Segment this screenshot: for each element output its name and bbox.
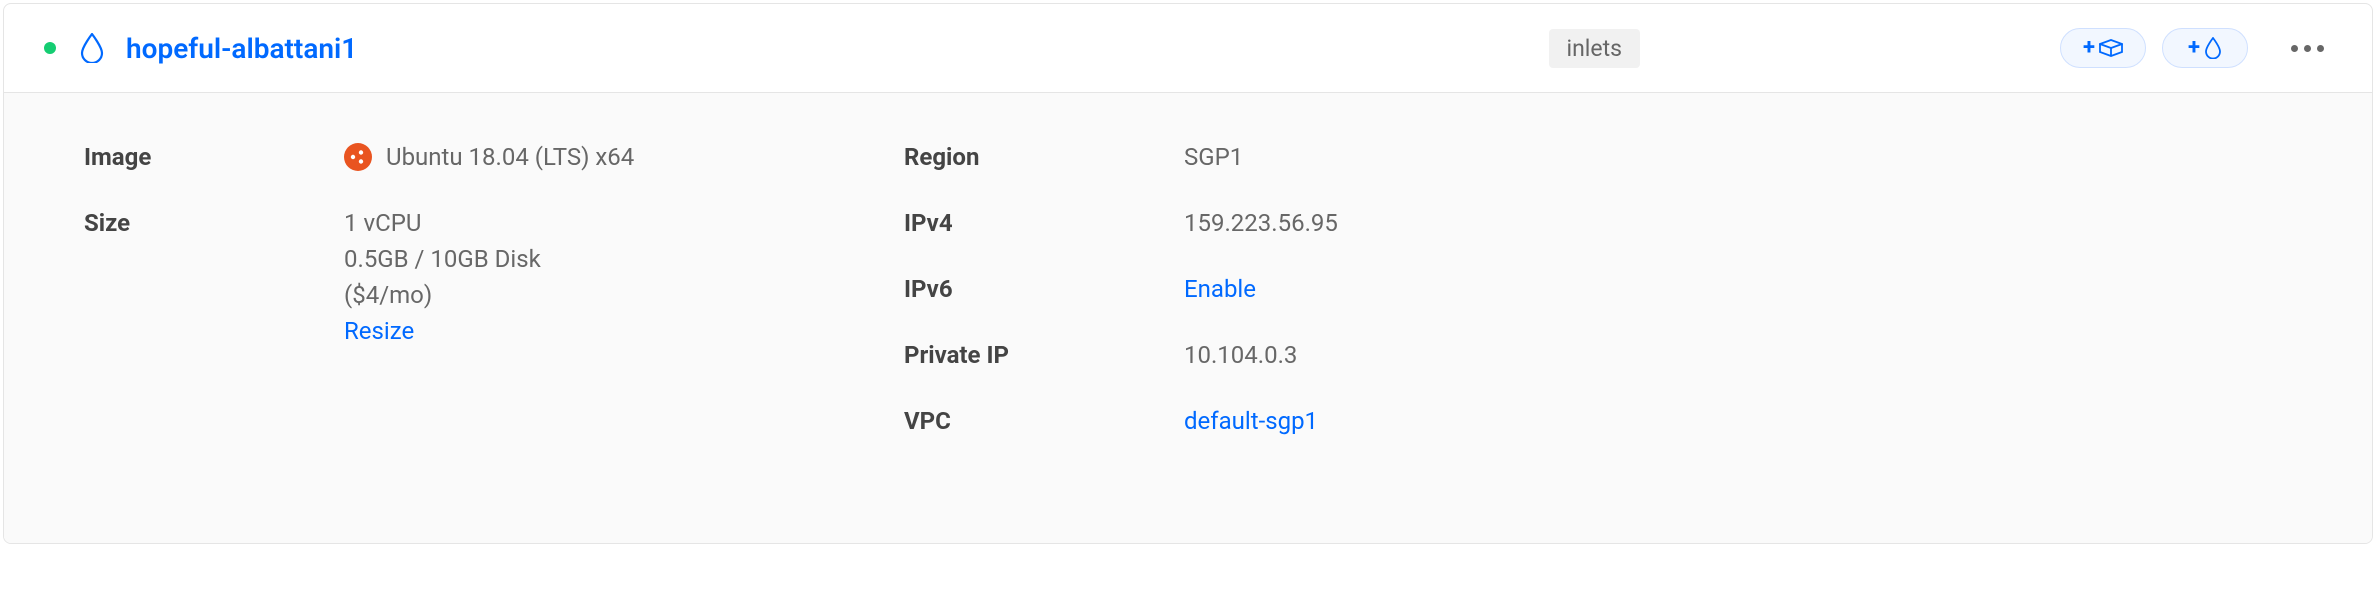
droplet-name-link[interactable]: hopeful-albattani1 <box>126 32 357 65</box>
status-indicator-icon <box>44 42 56 54</box>
droplet-icon <box>80 33 104 63</box>
plus-icon: + <box>2188 37 2200 59</box>
image-value: Ubuntu 18.04 (LTS) x64 <box>344 143 874 209</box>
ubuntu-icon <box>344 143 372 171</box>
ipv4-label: IPv4 <box>904 209 1154 275</box>
ipv6-value: Enable <box>1184 275 2292 341</box>
tag-badge[interactable]: inlets <box>1549 29 1640 68</box>
add-droplet-button[interactable]: + <box>2162 28 2248 68</box>
plus-icon: + <box>2083 37 2095 59</box>
privateip-label: Private IP <box>904 341 1154 407</box>
size-label: Size <box>84 209 314 275</box>
vpc-label: VPC <box>904 407 1154 473</box>
box-icon <box>2099 39 2123 57</box>
region-label: Region <box>904 143 1154 209</box>
ipv6-enable-link[interactable]: Enable <box>1184 275 1256 303</box>
privateip-value: 10.104.0.3 <box>1184 341 2292 407</box>
more-actions-button[interactable] <box>2282 45 2332 52</box>
vpc-value: default-sgp1 <box>1184 407 2292 473</box>
droplet-card: hopeful-albattani1 inlets + + Image Size <box>3 3 2373 544</box>
resize-link[interactable]: Resize <box>344 317 541 345</box>
region-value: SGP1 <box>1184 143 2292 209</box>
ipv4-value: 159.223.56.95 <box>1184 209 2292 275</box>
droplet-header: hopeful-albattani1 inlets + + <box>4 4 2372 93</box>
ipv6-label: IPv6 <box>904 275 1154 341</box>
add-resource-button[interactable]: + <box>2060 28 2146 68</box>
size-value: 1 vCPU 0.5GB / 10GB Disk ($4/mo) Resize <box>344 209 874 345</box>
image-label: Image <box>84 143 314 209</box>
vpc-link[interactable]: default-sgp1 <box>1184 407 1318 435</box>
droplet-details: Image Size Ubuntu 18.04 (LTS) x64 <box>4 93 2372 543</box>
droplet-small-icon <box>2204 37 2222 59</box>
